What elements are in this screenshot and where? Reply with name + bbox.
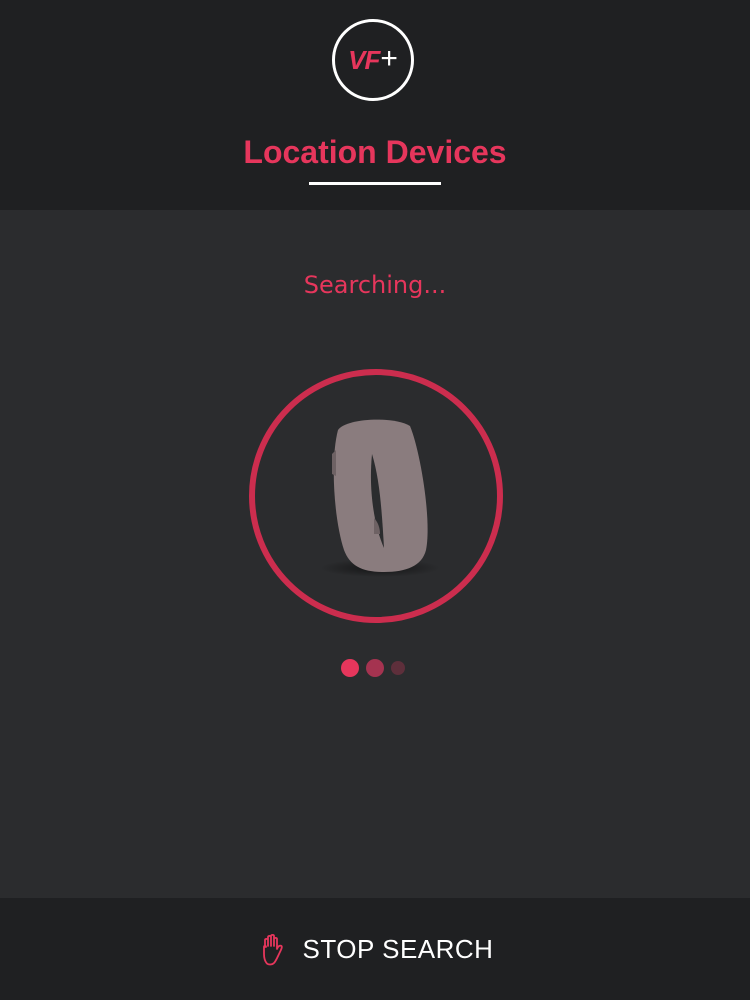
stop-search-button[interactable]: STOP SEARCH [0, 898, 750, 1000]
logo-text: VF [348, 44, 380, 75]
header: VF + Location Devices [0, 0, 750, 210]
app-logo: VF + [332, 19, 414, 101]
page-title: Location Devices [243, 134, 507, 170]
logo-plus: + [380, 41, 398, 75]
title-underline [309, 182, 441, 185]
stop-search-label: STOP SEARCH [302, 933, 494, 964]
progress-dot [341, 659, 359, 677]
progress-dot [366, 659, 384, 677]
progress-dot [391, 661, 405, 675]
progress-dots [341, 659, 405, 679]
hand-stop-icon [262, 933, 283, 966]
search-status: Searching... [303, 271, 447, 299]
fitness-band-icon [320, 419, 440, 577]
